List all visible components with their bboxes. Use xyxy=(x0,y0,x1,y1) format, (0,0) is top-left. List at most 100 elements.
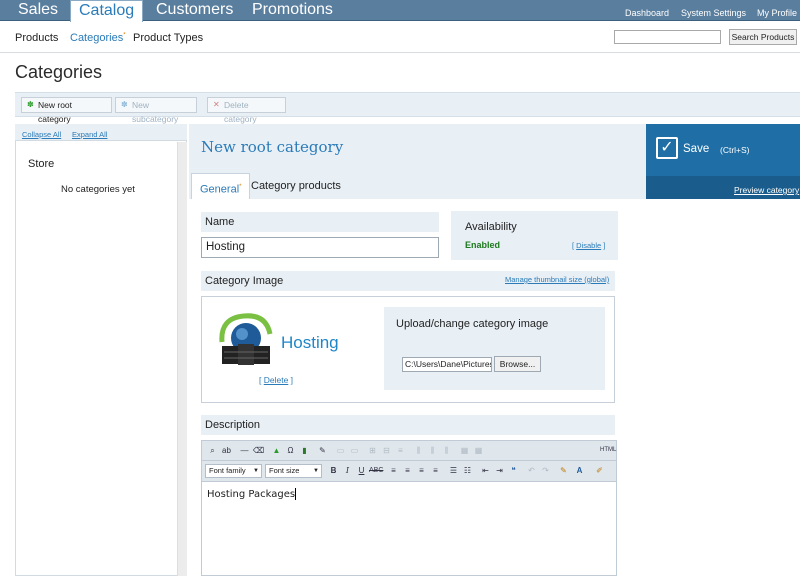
html-source-icon[interactable]: HTML xyxy=(600,444,616,457)
align-left-icon[interactable]: ≡ xyxy=(387,464,400,477)
new-root-category-label: New root category xyxy=(38,100,73,124)
split-cells-icon[interactable]: ▦ xyxy=(472,444,485,457)
dashboard-link[interactable]: Dashboard xyxy=(625,8,669,18)
insert-image-icon[interactable]: ▲ xyxy=(270,444,283,457)
manage-thumbnail-size-link[interactable]: Manage thumbnail size (global) xyxy=(505,275,609,284)
text-color-icon[interactable]: A xyxy=(573,464,586,477)
search-products-button[interactable]: Search Products xyxy=(729,29,797,45)
nav-tab-promotions[interactable]: Promotions xyxy=(244,0,341,21)
table-icon[interactable]: ▭ xyxy=(334,444,347,457)
table-delete-col-icon[interactable]: ⫼ xyxy=(426,444,439,457)
nav-tab-customers[interactable]: Customers xyxy=(148,0,241,21)
table-row-icon[interactable]: ▭ xyxy=(348,444,361,457)
plus-icon: ✽ xyxy=(27,100,34,109)
logo-server-center xyxy=(238,344,254,365)
table-insert-row-icon[interactable]: ⊞ xyxy=(366,444,379,457)
underline-icon[interactable]: U xyxy=(355,464,368,477)
delete-icon: ✕ xyxy=(213,100,220,109)
italic-icon[interactable]: I xyxy=(341,464,354,477)
cleanup-icon[interactable]: ✎ xyxy=(316,444,329,457)
preview-category-link[interactable]: Preview category xyxy=(734,185,799,195)
logo-server-right xyxy=(254,346,270,364)
save-button[interactable]: Save xyxy=(683,143,709,155)
subnav-products[interactable]: Products xyxy=(15,32,58,44)
delete-image-link[interactable]: [ Delete ] xyxy=(259,375,293,385)
remove-format-icon[interactable]: ⌫ xyxy=(252,444,265,457)
tab-general-label: General xyxy=(200,183,240,196)
merge-cells-icon[interactable]: ▦ xyxy=(458,444,471,457)
subnav-product-types[interactable]: Product Types xyxy=(133,32,203,44)
chevron-down-icon: ▼ xyxy=(313,468,319,474)
table-col-props-icon[interactable]: ⫼ xyxy=(440,444,453,457)
font-size-label: Font size xyxy=(269,466,300,475)
description-section-title: Description xyxy=(201,415,615,435)
logo-globe-highlight xyxy=(236,328,248,340)
highlight-color-icon[interactable]: ✐ xyxy=(593,464,606,477)
editor-toolbar-row2: Font family ▼ Font size ▼ B I U ABC ≡ ≡ ≡ … xyxy=(201,461,617,482)
empty-tree-message: No categories yet xyxy=(61,184,135,195)
nav-tab-catalog[interactable]: Catalog xyxy=(70,0,144,22)
tab-general[interactable]: General* xyxy=(191,173,251,199)
active-marker: * xyxy=(239,184,242,190)
chevron-down-icon: ▼ xyxy=(253,468,259,474)
logo-server-left xyxy=(222,346,238,364)
table-delete-row-icon[interactable]: ⊟ xyxy=(380,444,393,457)
table-row-props-icon[interactable]: ≡ xyxy=(394,444,407,457)
tab-category-products[interactable]: Category products xyxy=(243,173,349,199)
name-label: Name xyxy=(201,212,439,232)
undo-icon[interactable]: ↶ xyxy=(525,464,538,477)
font-family-select[interactable]: Font family ▼ xyxy=(205,464,262,478)
new-subcategory-label: New subcategory xyxy=(132,100,179,124)
font-family-label: Font family xyxy=(209,466,246,475)
outdent-icon[interactable]: ⇤ xyxy=(479,464,492,477)
checkmark-icon[interactable]: ✓ xyxy=(656,137,678,159)
indent-icon[interactable]: ⇥ xyxy=(493,464,506,477)
strikethrough-icon[interactable]: ABC xyxy=(369,464,383,477)
description-editor[interactable]: Hosting Packages xyxy=(201,482,617,576)
find-icon[interactable]: ⌕ xyxy=(206,444,219,457)
bold-icon[interactable]: B xyxy=(327,464,340,477)
new-root-category-button[interactable]: ✽ New root category xyxy=(21,97,112,124)
name-input[interactable]: Hosting xyxy=(201,237,439,258)
sidebar-scrollbar[interactable] xyxy=(177,142,187,576)
bullet-list-icon[interactable]: ☰ xyxy=(447,464,460,477)
expand-all-link[interactable]: Expand All xyxy=(72,130,107,139)
availability-box xyxy=(451,211,618,260)
nav-tab-sales[interactable]: Sales xyxy=(10,0,66,21)
disable-link[interactable]: [ Disable ] xyxy=(572,241,605,250)
horizontal-rule-icon[interactable]: — xyxy=(238,444,251,457)
numbered-list-icon[interactable]: ☷ xyxy=(461,464,474,477)
availability-status: Enabled xyxy=(465,240,501,250)
blockquote-icon[interactable]: ❝ xyxy=(507,464,520,477)
brush-icon[interactable]: ✎ xyxy=(557,464,570,477)
file-path-input[interactable]: C:\Users\Dane\Pictures xyxy=(402,357,492,372)
subnav-categories[interactable]: Categories* xyxy=(70,32,126,44)
tree-root-store[interactable]: Store xyxy=(28,158,54,170)
align-center-icon[interactable]: ≡ xyxy=(401,464,414,477)
replace-icon[interactable]: ab xyxy=(220,444,233,457)
page-title: Categories xyxy=(15,62,103,82)
media-icon[interactable]: ▮ xyxy=(298,444,311,457)
action-toolbar: ✽ New root category ✽ New subcategory ✕ Del… xyxy=(15,92,800,124)
system-settings-link[interactable]: System Settings xyxy=(681,8,746,18)
align-justify-icon[interactable]: ≡ xyxy=(429,464,442,477)
disable-link-label: Disable xyxy=(576,241,602,250)
browse-button[interactable]: Browse... xyxy=(494,356,541,372)
editor-toolbar-row1: ⌕ ab — ⌫ ▲ Ω ▮ ✎ ▭ ▭ ⊞ ⊟ ≡ ⫼ ⫼ ⫼ ▦ ▦ HTM… xyxy=(201,440,617,461)
text-caret xyxy=(295,488,297,500)
align-right-icon[interactable]: ≡ xyxy=(415,464,428,477)
new-subcategory-button[interactable]: ✽ New subcategory xyxy=(115,97,197,124)
special-char-icon[interactable]: Ω xyxy=(284,444,297,457)
availability-title: Availability xyxy=(465,221,517,233)
top-navigation-bar: Sales Catalog Customers Promotions Dashb… xyxy=(0,0,800,22)
search-input[interactable] xyxy=(614,30,721,44)
my-profile-link[interactable]: My Profile xyxy=(757,8,797,18)
delete-category-button[interactable]: ✕ Delete category xyxy=(207,97,286,124)
redo-icon[interactable]: ↷ xyxy=(539,464,552,477)
plus-icon: ✽ xyxy=(121,100,128,109)
delete-category-label: Delete category xyxy=(224,100,257,124)
collapse-all-link[interactable]: Collapse All xyxy=(22,130,61,139)
font-size-select[interactable]: Font size ▼ xyxy=(265,464,322,478)
form-title: New root category xyxy=(201,138,344,156)
table-insert-col-icon[interactable]: ⫼ xyxy=(412,444,425,457)
